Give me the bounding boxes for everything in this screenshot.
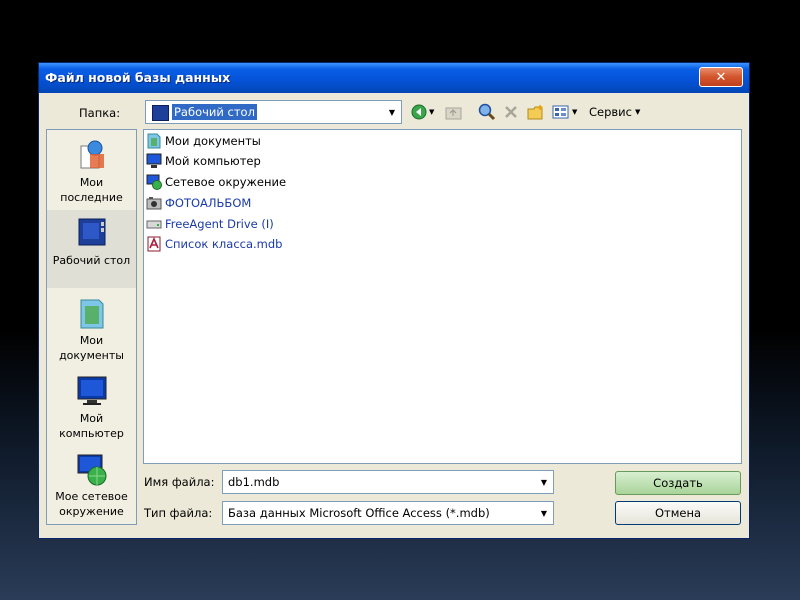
place-label: Мои документы: [59, 334, 124, 362]
new-database-dialog: Файл новой базы данных ✕ Папка: Рабочий …: [38, 62, 750, 539]
chevron-down-icon: ▼: [634, 108, 641, 116]
cancel-button[interactable]: Отмена: [615, 501, 741, 525]
my-documents-icon: [146, 133, 162, 149]
back-dropdown-icon[interactable]: ▼: [429, 108, 434, 116]
filetype-label: Тип файла:: [144, 506, 213, 520]
file-name: Мой компьютер: [165, 154, 261, 168]
my-computer-icon: [146, 153, 162, 169]
my-documents-icon: [75, 296, 109, 330]
place-label: Рабочий стол: [52, 254, 131, 267]
list-item[interactable]: Мои документы: [146, 132, 261, 150]
camera-icon: [146, 195, 162, 211]
place-label: Мое сетевое окружение: [55, 490, 128, 518]
list-item[interactable]: ФОТОАЛЬБОМ: [146, 194, 251, 212]
views-icon: [552, 105, 569, 119]
new-folder-icon: [527, 105, 543, 120]
up-folder-icon: [445, 107, 462, 120]
recent-documents-icon: [75, 138, 109, 172]
chevron-down-icon[interactable]: ▼: [537, 473, 551, 491]
place-network[interactable]: Мое сетевое окружение: [47, 446, 136, 522]
delete-button[interactable]: [503, 103, 519, 121]
filename-value: db1.mdb: [228, 475, 280, 489]
network-icon: [146, 174, 162, 190]
my-computer-icon: [75, 374, 109, 408]
views-dropdown-icon[interactable]: ▼: [572, 108, 577, 116]
drive-icon: [146, 216, 162, 232]
service-menu[interactable]: Сервис ▼: [589, 103, 640, 121]
file-name: FreeAgent Drive (I): [165, 217, 274, 231]
create-button[interactable]: Создать: [615, 471, 741, 495]
file-name: Список класса.mdb: [165, 237, 283, 251]
search-web-button[interactable]: [478, 103, 496, 121]
title-bar[interactable]: Файл новой базы данных ✕: [39, 63, 749, 93]
views-button[interactable]: ▼: [552, 103, 577, 121]
place-my-documents[interactable]: Мои документы: [47, 290, 136, 368]
list-item[interactable]: Мой компьютер: [146, 152, 261, 170]
access-db-icon: [146, 236, 162, 252]
service-label: Сервис: [589, 105, 632, 119]
chevron-down-icon[interactable]: ▼: [537, 504, 551, 522]
file-name: Мои документы: [165, 134, 261, 148]
filetype-value: База данных Microsoft Office Access (*.m…: [228, 506, 490, 520]
place-my-computer[interactable]: Мой компьютер: [47, 368, 136, 444]
up-folder-button[interactable]: [445, 103, 463, 121]
file-name: Сетевое окружение: [165, 175, 287, 189]
filetype-select[interactable]: База данных Microsoft Office Access (*.m…: [222, 501, 554, 525]
place-desktop[interactable]: Рабочий стол: [47, 210, 136, 288]
desktop-icon: [152, 105, 169, 121]
close-icon: ✕: [715, 69, 727, 85]
delete-icon: [505, 106, 517, 118]
list-item[interactable]: FreeAgent Drive (I): [146, 215, 274, 233]
folder-label: Папка:: [79, 106, 121, 120]
file-list[interactable]: Мои документы Мой компьютер Сетевое окру…: [143, 129, 742, 464]
network-places-icon: [75, 452, 109, 486]
folder-select[interactable]: Рабочий стол ▼: [145, 100, 402, 124]
place-recent-documents[interactable]: Мои последние документы: [47, 132, 136, 219]
back-icon: [411, 104, 427, 120]
file-name: ФОТОАЛЬБОМ: [165, 196, 252, 210]
filename-label: Имя файла:: [144, 475, 215, 489]
dialog-title: Файл новой базы данных: [45, 70, 231, 85]
search-web-icon: [478, 103, 496, 121]
back-button[interactable]: ▼: [411, 103, 434, 121]
list-item[interactable]: Сетевое окружение: [146, 173, 286, 191]
desktop-icon: [75, 216, 109, 250]
list-item[interactable]: Список класса.mdb: [146, 235, 282, 253]
close-button[interactable]: ✕: [699, 67, 743, 87]
place-label: Мой компьютер: [59, 412, 124, 440]
folder-value: Рабочий стол: [172, 104, 257, 120]
chevron-down-icon[interactable]: ▼: [385, 103, 399, 121]
places-bar: Мои последние документы Рабочий стол Мои…: [46, 129, 137, 525]
new-folder-button[interactable]: [527, 103, 545, 121]
filename-input[interactable]: db1.mdb ▼: [222, 470, 554, 494]
